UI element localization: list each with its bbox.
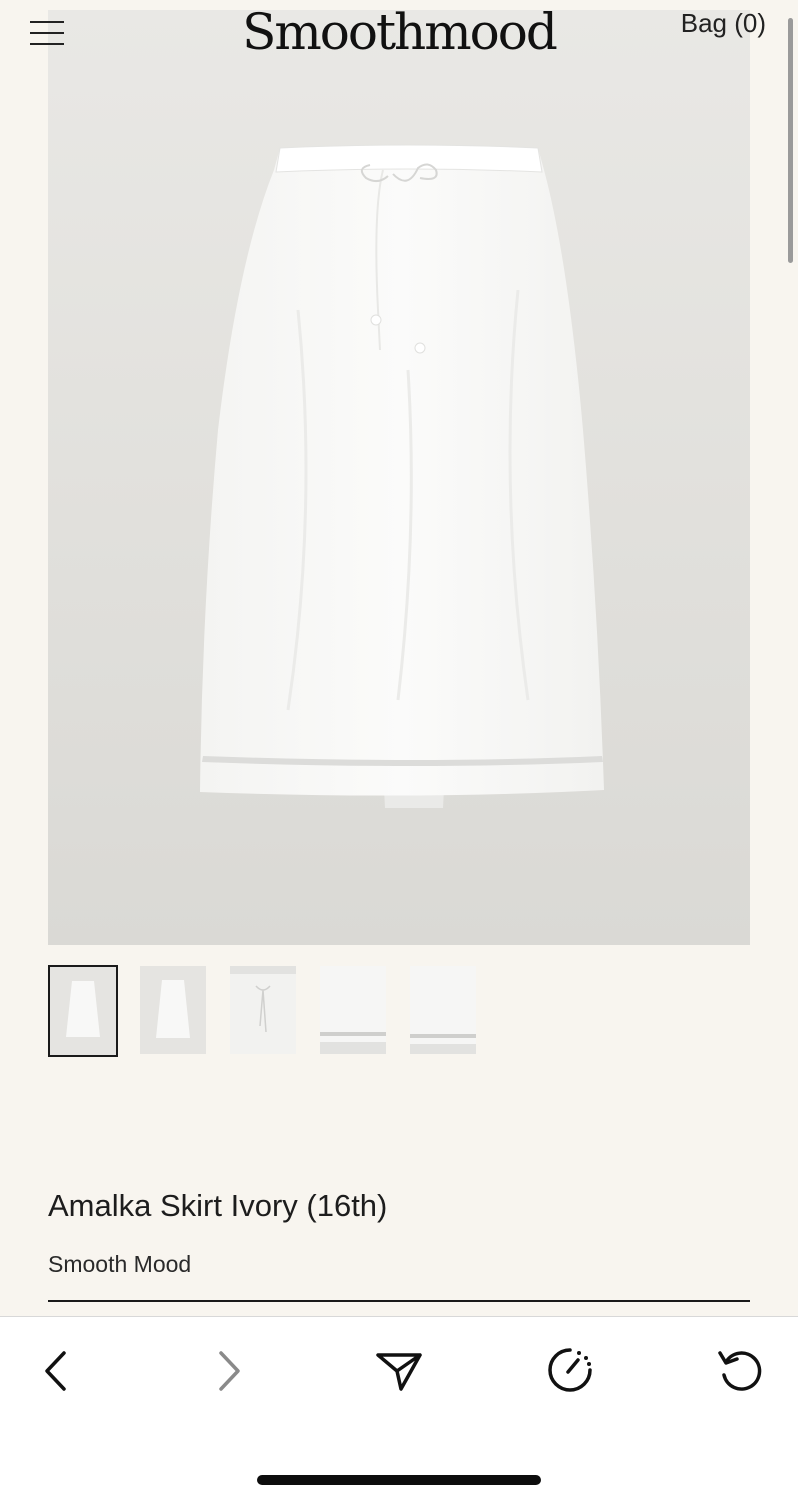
product-brand[interactable]: Smooth Mood — [48, 1251, 191, 1278]
chevron-right-icon[interactable] — [203, 1345, 253, 1395]
send-icon[interactable] — [374, 1345, 424, 1395]
home-indicator[interactable] — [257, 1475, 541, 1485]
thumbnail-full-front[interactable] — [48, 965, 118, 1057]
divider — [48, 1300, 750, 1302]
thumbnail-hem-back[interactable] — [410, 966, 476, 1054]
thumbnail-waistband-tie[interactable] — [230, 966, 296, 1054]
chevron-left-icon[interactable] — [32, 1345, 82, 1395]
thumbnail-full-back[interactable] — [140, 966, 206, 1054]
product-main-image[interactable] — [48, 10, 750, 945]
reload-icon[interactable] — [716, 1345, 766, 1395]
product-title: Amalka Skirt Ivory (16th) — [48, 1188, 388, 1223]
thumbnail-hem-detail[interactable] — [320, 966, 386, 1054]
browser-toolbar — [0, 1316, 798, 1501]
site-logo[interactable]: Smoothmood — [0, 2, 798, 62]
bag-link[interactable]: Bag (0) — [681, 8, 766, 39]
site-header: Smoothmood Bag (0) — [0, 0, 798, 70]
skirt-photo — [200, 144, 604, 808]
timer-icon[interactable] — [545, 1345, 595, 1395]
